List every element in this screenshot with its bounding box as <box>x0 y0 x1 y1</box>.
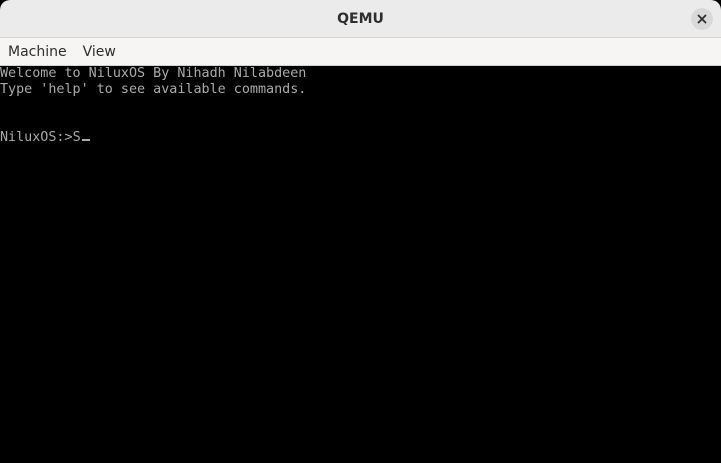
console-input: S <box>72 130 81 145</box>
guest-console[interactable]: Welcome to NiluxOS By Nihadh Nilabdeen T… <box>0 66 721 463</box>
console-line-help-hint: Type 'help' to see available commands. <box>0 82 307 97</box>
menu-machine[interactable]: Machine <box>0 38 75 66</box>
window-title: QEMU <box>337 11 384 27</box>
console-prompt: NiluxOS:> <box>0 130 73 145</box>
console-line-welcome: Welcome to NiluxOS By Nihadh Nilabdeen <box>0 66 307 81</box>
text-cursor <box>81 139 90 141</box>
menu-bar: Machine View <box>0 38 721 66</box>
close-icon <box>697 14 707 24</box>
qemu-window: QEMU Machine View Welcome to NiluxOS By … <box>0 0 721 463</box>
console-prompt-line: NiluxOS:>S <box>0 130 90 146</box>
close-button[interactable] <box>691 8 713 30</box>
menu-view[interactable]: View <box>75 38 124 66</box>
title-bar[interactable]: QEMU <box>0 0 721 38</box>
